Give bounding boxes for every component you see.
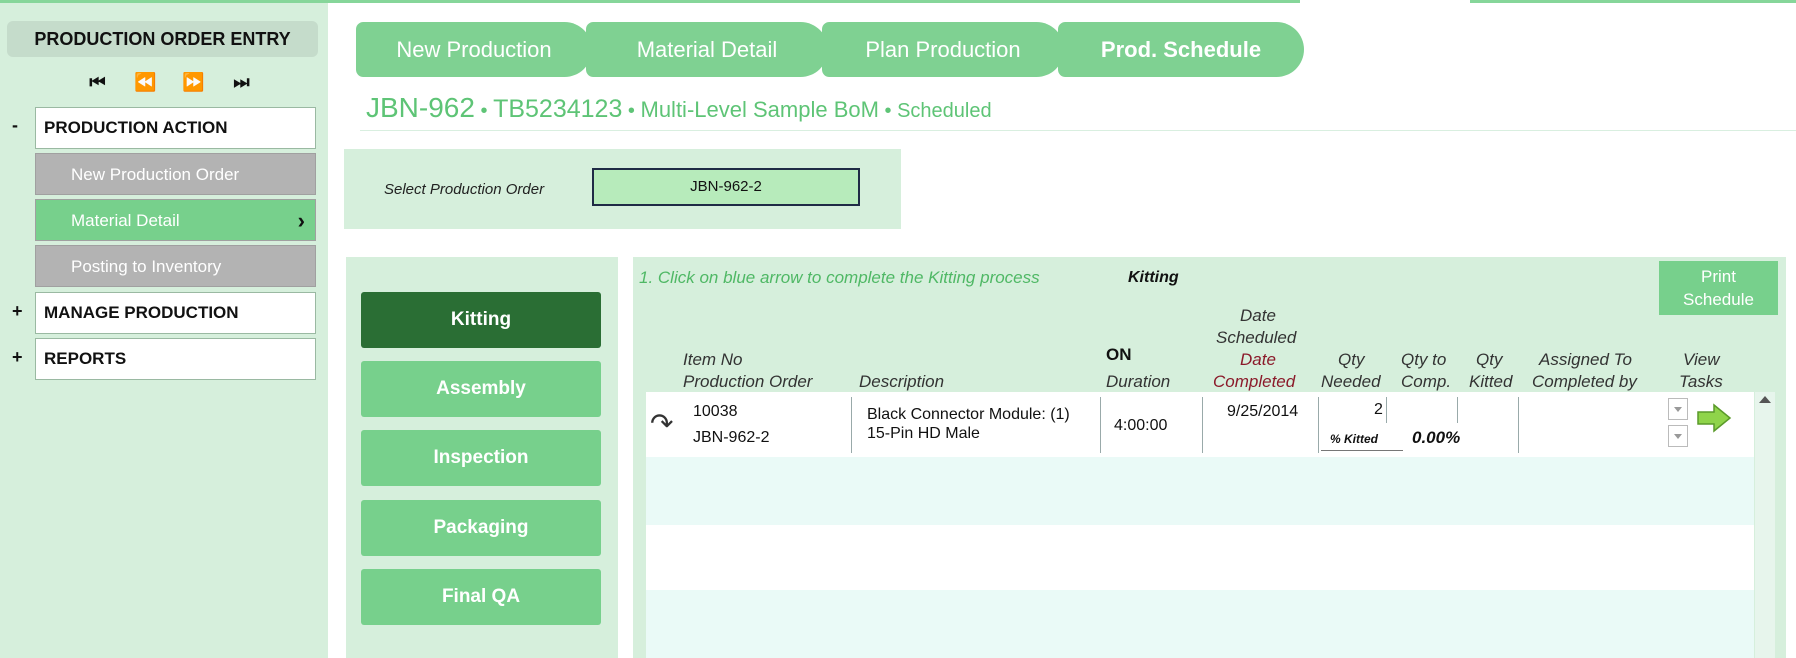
- tab-plan-production[interactable]: Plan Production: [822, 22, 1064, 77]
- previous-record-icon[interactable]: ⏪: [126, 69, 162, 95]
- header-assigned-to: Assigned To: [1539, 350, 1632, 369]
- next-record-icon[interactable]: ⏩: [174, 69, 210, 95]
- bom-name: Multi-Level Sample BoM: [640, 97, 879, 122]
- sidebar-item-posting-to-inventory[interactable]: Posting to Inventory: [35, 245, 316, 287]
- column-divider: [1518, 397, 1519, 453]
- kitting-instruction: 1. Click on blue arrow to complete the K…: [639, 268, 1040, 287]
- expand-reports-icon[interactable]: +: [12, 347, 23, 368]
- header-qty-needed-1: Qty: [1338, 350, 1365, 369]
- cell-description-line2: 15-Pin HD Male: [867, 425, 980, 442]
- separator-dot: •: [884, 100, 892, 122]
- sidebar-title: PRODUCTION ORDER ENTRY: [7, 21, 318, 57]
- current-step-label: Kitting: [1128, 269, 1179, 286]
- expand-manage-production-icon[interactable]: +: [12, 301, 23, 322]
- step-final-qa-button[interactable]: Final QA: [361, 569, 601, 625]
- header-qty-needed-2: Needed: [1321, 372, 1381, 391]
- column-divider: [1457, 397, 1458, 423]
- section-reports[interactable]: REPORTS: [35, 338, 316, 380]
- header-scheduled: Scheduled: [1216, 328, 1297, 347]
- step-packaging-button[interactable]: Packaging: [361, 500, 601, 556]
- column-divider: [1100, 397, 1101, 453]
- column-divider: [1318, 397, 1319, 453]
- column-divider: [1386, 397, 1387, 423]
- last-record-icon[interactable]: ⏭: [222, 69, 258, 95]
- column-divider: [1202, 397, 1203, 453]
- pct-kitted-label: % Kitted: [1330, 432, 1378, 446]
- select-order-label: Select Production Order: [384, 181, 545, 198]
- header-completed-by: Completed by: [1532, 372, 1637, 391]
- separator-dot: •: [480, 100, 488, 122]
- sidebar-item-label: New Production Order: [71, 165, 240, 184]
- item-code: TB5234123: [493, 95, 623, 123]
- production-order-select[interactable]: JBN-962-2: [592, 168, 860, 206]
- header-date-completed-1: Date: [1240, 350, 1276, 369]
- section-production-action[interactable]: PRODUCTION ACTION: [35, 107, 316, 149]
- header-description: Description: [859, 372, 945, 391]
- header-production-order: Production Order: [683, 372, 813, 391]
- header-qty-to-comp-2: Comp.: [1401, 372, 1452, 391]
- sidebar-item-new-production-order[interactable]: New Production Order: [35, 153, 316, 195]
- cell-description-line1: Black Connector Module: (1): [867, 406, 1070, 423]
- header-on: ON: [1106, 345, 1132, 364]
- sidebar-item-label: Posting to Inventory: [71, 257, 222, 276]
- order-number: JBN-962: [366, 92, 475, 123]
- column-divider: [851, 397, 852, 453]
- header-duration: Duration: [1106, 372, 1171, 391]
- tab-material-detail[interactable]: Material Detail: [586, 22, 828, 77]
- print-label: Print: [1701, 267, 1736, 286]
- table-scrollbar[interactable]: [1755, 392, 1775, 658]
- view-tasks-arrow-icon[interactable]: [1696, 403, 1732, 433]
- pct-kitted-value: 0.00%: [1412, 428, 1461, 447]
- scroll-up-icon[interactable]: [1759, 396, 1771, 403]
- assigned-to-dropdown[interactable]: [1668, 398, 1688, 420]
- section-manage-production[interactable]: MANAGE PRODUCTION: [35, 292, 316, 334]
- header-date-completed-2: Completed: [1213, 372, 1296, 391]
- process-steps-panel: Kitting Assembly Inspection Packaging Fi…: [346, 257, 618, 658]
- step-assembly-button[interactable]: Assembly: [361, 361, 601, 417]
- header-item-no: Item No: [683, 350, 743, 369]
- top-accent-gap: [1300, 0, 1470, 3]
- header-view: View: [1683, 350, 1720, 369]
- cell-duration: 4:00:00: [1114, 417, 1168, 434]
- sidebar: PRODUCTION ORDER ENTRY ⏮ ⏪ ⏩ ⏭ - PRODUCT…: [0, 3, 328, 658]
- header-date: Date: [1240, 306, 1276, 325]
- sidebar-item-material-detail[interactable]: Material Detail ›: [35, 199, 316, 241]
- first-record-icon[interactable]: ⏮: [78, 69, 114, 95]
- select-order-panel: Select Production Order JBN-962-2: [344, 149, 901, 229]
- order-headline: JBN-962 • TB5234123 • Multi-Level Sample…: [366, 92, 992, 124]
- cell-item-no: 10038: [693, 403, 738, 420]
- step-kitting-button[interactable]: Kitting: [361, 292, 601, 348]
- schedule-table: [646, 392, 1754, 658]
- collapse-production-action-icon[interactable]: -: [12, 115, 18, 136]
- header-tasks: Tasks: [1679, 372, 1723, 391]
- chevron-right-icon: ›: [297, 208, 305, 233]
- complete-kitting-arrow-icon[interactable]: ↷: [650, 407, 673, 440]
- schedule-panel: 1. Click on blue arrow to complete the K…: [633, 257, 1786, 658]
- separator-dot: •: [627, 100, 635, 122]
- table-row[interactable]: [646, 392, 1754, 457]
- print-schedule-button[interactable]: Print Schedule: [1659, 261, 1778, 315]
- tab-prod-schedule[interactable]: Prod. Schedule: [1058, 22, 1304, 77]
- cell-production-order: JBN-962-2: [693, 429, 770, 446]
- cell-date-scheduled: 9/25/2014: [1227, 403, 1299, 420]
- sidebar-item-label: Material Detail: [71, 211, 180, 230]
- completed-by-dropdown[interactable]: [1668, 425, 1688, 447]
- record-navigation: ⏮ ⏪ ⏩ ⏭: [78, 69, 258, 95]
- tab-new-production[interactable]: New Production: [356, 22, 592, 77]
- pct-kitted-underline: [1321, 450, 1403, 451]
- order-status: Scheduled: [897, 100, 992, 122]
- header-qty-kitted-1: Qty: [1476, 350, 1503, 369]
- step-inspection-button[interactable]: Inspection: [361, 430, 601, 486]
- schedule-label: Schedule: [1683, 290, 1754, 309]
- header-qty-to-comp-1: Qty to: [1401, 350, 1447, 369]
- headline-divider: [360, 130, 1796, 131]
- header-qty-kitted-2: Kitted: [1469, 372, 1513, 391]
- cell-qty-needed: 2: [1374, 401, 1383, 418]
- table-row-empty: [646, 525, 1754, 590]
